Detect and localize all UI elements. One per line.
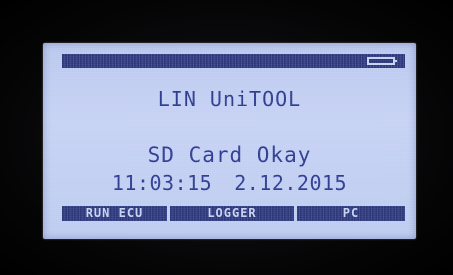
- battery-icon: [367, 57, 397, 65]
- date-time: 11:03:15 2.12.2015: [43, 171, 416, 195]
- date-readout: 2.12.2015: [234, 171, 348, 195]
- device-bezel: LIN UniTOOL SD Card Okay 11:03:15 2.12.20…: [0, 0, 453, 275]
- logger-softkey[interactable]: LOGGER: [170, 206, 294, 221]
- sd-card-status: SD Card Okay: [147, 143, 312, 167]
- status-bar: [62, 54, 405, 68]
- pc-softkey[interactable]: PC: [297, 206, 405, 221]
- lcd-screen: LIN UniTOOL SD Card Okay 11:03:15 2.12.20…: [43, 43, 416, 239]
- device-title: LIN UniTOOL: [157, 87, 302, 111]
- time-readout: 11:03:15: [111, 171, 213, 195]
- run-ecu-softkey[interactable]: RUN ECU: [62, 206, 167, 221]
- softkey-bar: RUN ECU LOGGER PC: [62, 206, 405, 221]
